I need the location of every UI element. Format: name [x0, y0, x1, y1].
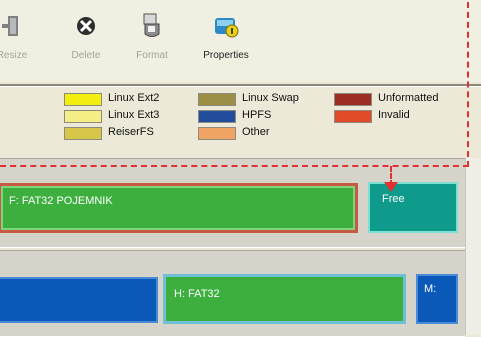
legend-swatch — [64, 127, 102, 140]
legend-label: ReiserFS — [108, 126, 154, 138]
partition-m[interactable]: M: — [416, 274, 458, 324]
partition-label: H: FAT32 — [174, 288, 220, 300]
delete-icon — [77, 17, 95, 35]
resize-label: Resize — [0, 50, 28, 61]
legend-swatch — [64, 110, 102, 123]
legend-swatch — [334, 110, 372, 123]
delete-label: Delete — [71, 50, 101, 61]
legend-label: Linux Ext2 — [108, 92, 160, 104]
legend-swatch — [64, 93, 102, 106]
legend-swatch — [198, 127, 236, 140]
partition-label: M: — [424, 283, 437, 295]
format-label: Format — [136, 50, 168, 61]
properties-icon — [215, 18, 239, 38]
partition-label: Free — [382, 193, 405, 205]
legend-swatch — [334, 93, 372, 106]
legend-label: Invalid — [378, 109, 410, 121]
partition-unlabeled[interactable] — [0, 277, 158, 323]
partition-manager-window: Resize Delete Format Properties Linux Ex… — [0, 0, 481, 337]
legend-label: Linux Swap — [242, 92, 299, 104]
partition-label: F: FAT32 POJEMNIK — [9, 195, 113, 207]
partition-h-fat32[interactable]: H: FAT32 — [163, 274, 406, 324]
partition-free[interactable]: Free — [368, 182, 458, 233]
properties-button[interactable]: Properties — [196, 12, 256, 61]
legend-label: Other — [242, 126, 270, 138]
properties-label: Properties — [203, 50, 249, 61]
format-button[interactable]: Format — [122, 12, 182, 61]
legend-label: Linux Ext3 — [108, 109, 160, 121]
resize-button[interactable]: Resize — [0, 12, 42, 61]
toolbar: Resize Delete Format Properties — [0, 0, 481, 82]
legend-label: HPFS — [242, 109, 272, 121]
toolbar-divider-highlight — [0, 86, 481, 87]
resize-icon — [2, 16, 18, 36]
color-legend: Linux Ext2 Linux Ext3 ReiserFS Linux Swa… — [0, 88, 481, 152]
vertical-scrollbar[interactable] — [465, 158, 481, 335]
partition-f-fat32[interactable]: F: FAT32 POJEMNIK — [0, 183, 358, 233]
format-icon — [143, 13, 160, 37]
legend-swatch — [198, 93, 236, 106]
legend-swatch — [198, 110, 236, 123]
legend-label: Unformatted — [378, 92, 439, 104]
annotation-arrow-head-icon — [384, 182, 398, 192]
delete-button[interactable]: Delete — [56, 12, 116, 61]
